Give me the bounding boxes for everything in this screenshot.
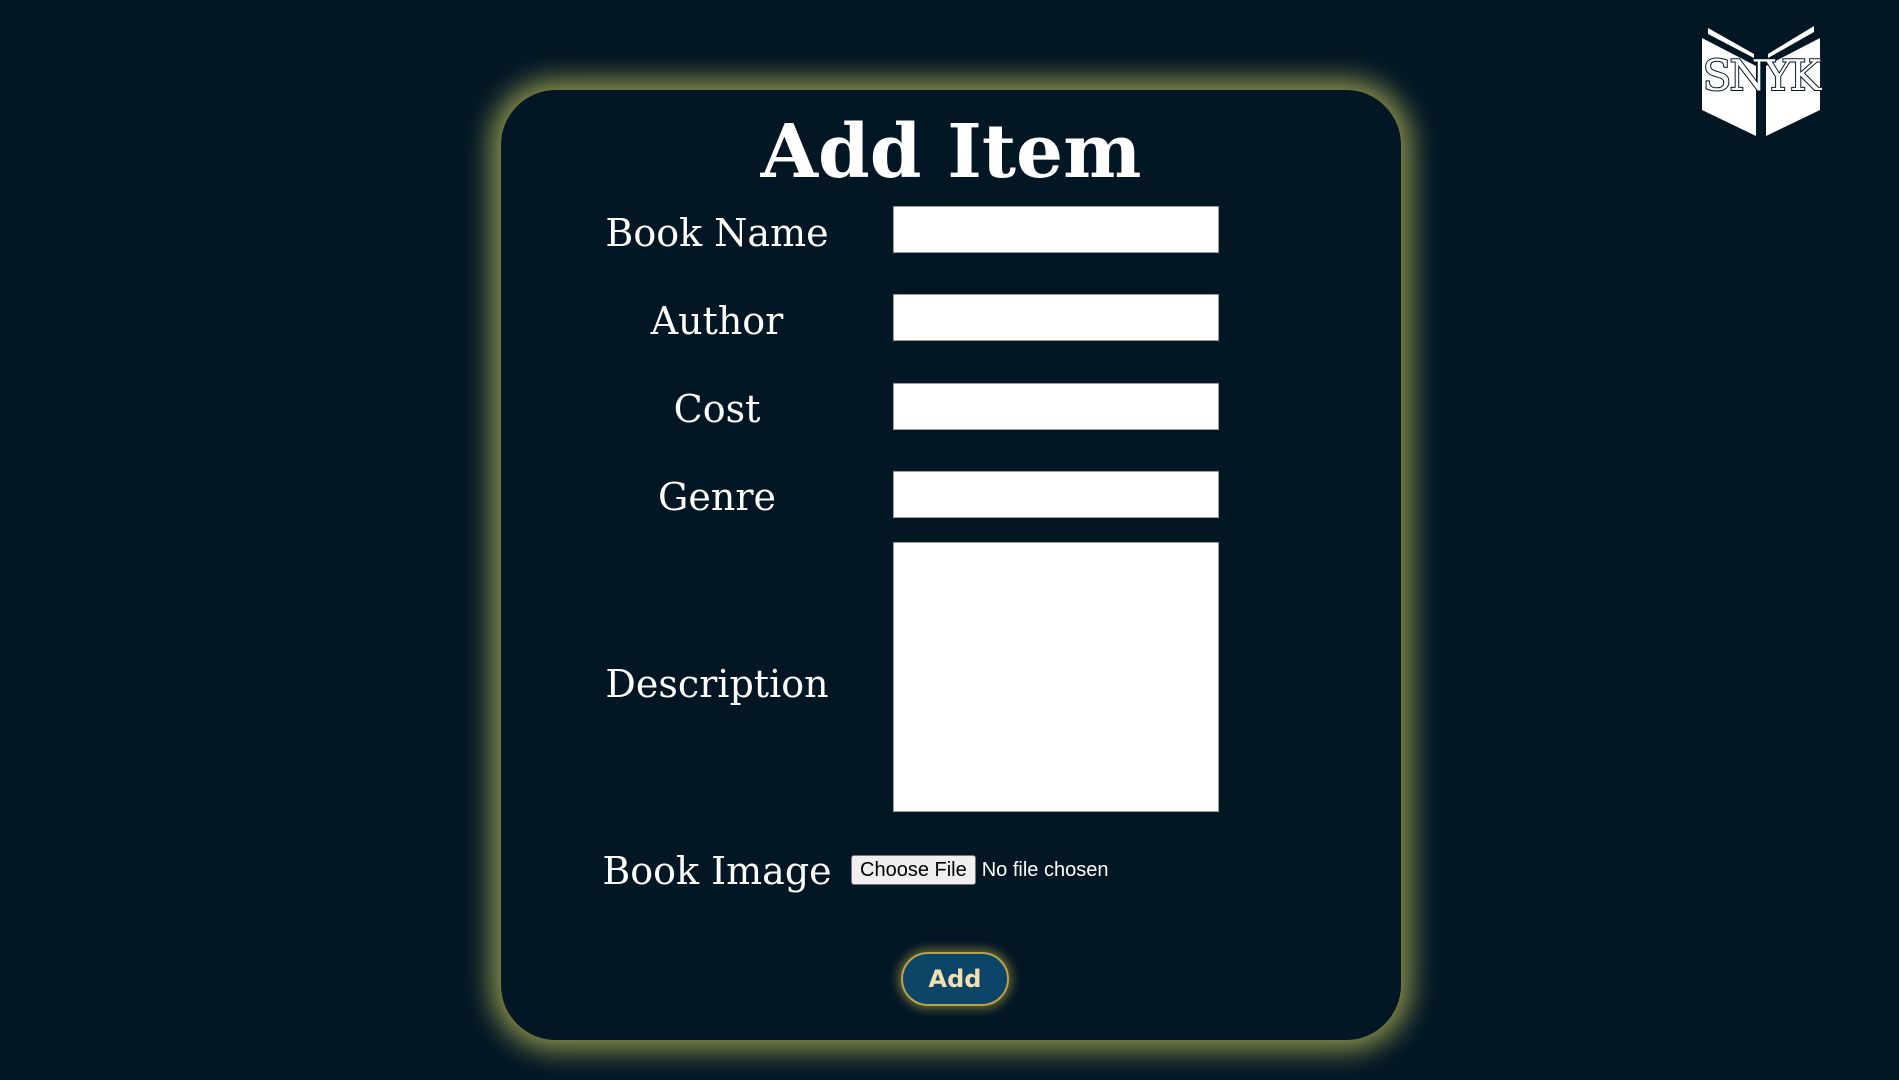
snyk-logo[interactable]: SNYK xyxy=(1688,18,1834,138)
choose-file-button[interactable]: Choose File xyxy=(851,855,976,885)
book-name-label: Book Name xyxy=(605,211,829,255)
author-label: Author xyxy=(650,299,784,343)
logo-text: SNYK xyxy=(1702,51,1823,100)
cost-label: Cost xyxy=(673,387,761,431)
add-button[interactable]: Add xyxy=(901,952,1009,1006)
author-input[interactable] xyxy=(893,294,1219,341)
cost-input[interactable] xyxy=(893,383,1219,430)
add-item-card: Add Item Book Name Author Cost Genre Des… xyxy=(501,90,1401,1040)
book-image-label: Book Image xyxy=(602,849,832,893)
book-name-input[interactable] xyxy=(893,206,1219,253)
description-label: Description xyxy=(605,662,829,706)
page-title: Add Item xyxy=(760,109,1142,195)
description-textarea[interactable] xyxy=(893,542,1219,812)
file-status-text: No file chosen xyxy=(981,858,1109,881)
genre-input[interactable] xyxy=(893,471,1219,518)
genre-label: Genre xyxy=(658,475,776,519)
book-image-file-input[interactable]: Choose File No file chosen xyxy=(851,854,1108,886)
